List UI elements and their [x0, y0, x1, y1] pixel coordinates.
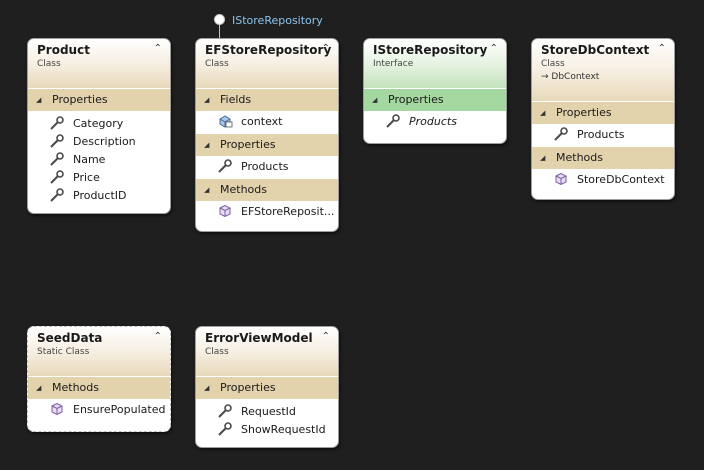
expand-triangle-icon[interactable]: ◢	[36, 377, 52, 399]
class-header[interactable]: StoreDbContext Class → DbContext ⌃	[532, 39, 674, 101]
class-shape-seeddata[interactable]: SeedData Static Class ⌃ ◢ Methods EnsureP…	[27, 326, 171, 432]
section-label: Methods	[556, 151, 603, 164]
member-property[interactable]: Name	[28, 151, 170, 169]
member-property[interactable]: Products	[196, 156, 338, 178]
expand-triangle-icon[interactable]: ◢	[372, 89, 388, 111]
inherits-arrow-icon: →	[541, 72, 552, 82]
member-property[interactable]: ShowRequestId	[196, 421, 338, 439]
class-header[interactable]: EFStoreRepository Class ⌃	[196, 39, 338, 88]
member-method[interactable]: EnsurePopulated	[28, 399, 170, 421]
expand-triangle-icon[interactable]: ◢	[204, 377, 220, 399]
member-method[interactable]: StoreDbContext	[532, 169, 674, 191]
member-property[interactable]: Products	[532, 124, 674, 146]
section-header-methods[interactable]: ◢ Methods	[196, 178, 338, 201]
member-property[interactable]: Description	[28, 133, 170, 151]
class-shape-product[interactable]: Product Class ⌃ ◢ Properties Category Des…	[27, 38, 171, 214]
section-label: Properties	[52, 93, 108, 106]
member-property[interactable]: Price	[28, 169, 170, 187]
wrench-icon	[50, 152, 64, 166]
member-property[interactable]: RequestId	[196, 403, 338, 421]
collapse-chevron-icon[interactable]: ⌃	[322, 43, 330, 54]
class-kind: Static Class	[37, 347, 90, 357]
class-title: IStoreRepository	[373, 43, 488, 57]
expand-triangle-icon[interactable]: ◢	[204, 89, 220, 111]
class-kind: Class	[37, 59, 61, 69]
expand-triangle-icon[interactable]: ◢	[36, 89, 52, 111]
lollipop-connector	[219, 24, 220, 39]
class-shape-storedbcontext[interactable]: StoreDbContext Class → DbContext ⌃ ◢ Prop…	[531, 38, 675, 200]
section-header-properties[interactable]: ◢ Properties	[28, 88, 170, 111]
class-shape-errorviewmodel[interactable]: ErrorViewModel Class ⌃ ◢ Properties Reque…	[195, 326, 339, 448]
class-kind: Class	[205, 347, 229, 357]
section-header-properties[interactable]: ◢ Properties	[196, 133, 338, 156]
class-kind: Class	[205, 59, 229, 69]
field-icon	[219, 115, 233, 128]
member-property[interactable]: ProductID	[28, 187, 170, 205]
base-class: → DbContext	[541, 72, 600, 82]
expand-triangle-icon[interactable]: ◢	[540, 102, 556, 124]
method-cube-icon	[555, 172, 567, 186]
section-header-properties[interactable]: ◢ Properties	[532, 101, 674, 124]
wrench-icon	[218, 404, 232, 418]
class-kind: Interface	[373, 59, 414, 69]
class-title: EFStoreRepository	[205, 43, 332, 57]
section-label: Fields	[220, 93, 252, 106]
member-property[interactable]: Category	[28, 115, 170, 133]
method-cube-icon	[219, 204, 231, 218]
section-label: Properties	[388, 93, 444, 106]
expand-triangle-icon[interactable]: ◢	[540, 147, 556, 169]
section-header-properties[interactable]: ◢ Properties	[364, 88, 506, 111]
section-header-methods[interactable]: ◢ Methods	[532, 146, 674, 169]
collapse-chevron-icon[interactable]: ⌃	[658, 43, 666, 54]
section-header-fields[interactable]: ◢ Fields	[196, 88, 338, 111]
class-title: SeedData	[37, 331, 103, 345]
class-kind: Class	[541, 59, 565, 69]
section-header-methods[interactable]: ◢ Methods	[28, 376, 170, 399]
member-method[interactable]: EFStoreReposit...	[196, 201, 338, 223]
class-title: Product	[37, 43, 90, 57]
wrench-icon	[50, 188, 64, 202]
lollipop-label: IStoreRepository	[232, 14, 323, 27]
class-title: ErrorViewModel	[205, 331, 313, 345]
wrench-icon	[386, 114, 400, 128]
wrench-icon	[218, 422, 232, 436]
class-header[interactable]: SeedData Static Class ⌃	[28, 327, 170, 376]
wrench-icon	[218, 159, 232, 173]
section-label: Methods	[220, 183, 267, 196]
expand-triangle-icon[interactable]: ◢	[204, 134, 220, 156]
collapse-chevron-icon[interactable]: ⌃	[490, 43, 498, 54]
collapse-chevron-icon[interactable]: ⌃	[154, 331, 162, 342]
class-header[interactable]: IStoreRepository Interface ⌃	[364, 39, 506, 88]
wrench-icon	[50, 116, 64, 130]
class-header[interactable]: Product Class ⌃	[28, 39, 170, 88]
collapse-chevron-icon[interactable]: ⌃	[322, 331, 330, 342]
wrench-icon	[50, 170, 64, 184]
class-header[interactable]: ErrorViewModel Class ⌃	[196, 327, 338, 376]
section-label: Methods	[52, 381, 99, 394]
section-label: Properties	[556, 106, 612, 119]
class-title: StoreDbContext	[541, 43, 650, 57]
interface-shape-istorerepository[interactable]: IStoreRepository Interface ⌃ ◢ Properties…	[363, 38, 507, 144]
section-header-properties[interactable]: ◢ Properties	[196, 376, 338, 399]
expand-triangle-icon[interactable]: ◢	[204, 179, 220, 201]
class-shape-efstorerepository[interactable]: EFStoreRepository Class ⌃ ◢ Fields contex…	[195, 38, 339, 232]
member-field[interactable]: context	[196, 111, 338, 133]
section-label: Properties	[220, 138, 276, 151]
wrench-icon	[554, 127, 568, 141]
member-property[interactable]: Products	[364, 111, 506, 133]
collapse-chevron-icon[interactable]: ⌃	[154, 43, 162, 54]
wrench-icon	[50, 134, 64, 148]
method-cube-icon	[51, 402, 63, 416]
section-label: Properties	[220, 381, 276, 394]
